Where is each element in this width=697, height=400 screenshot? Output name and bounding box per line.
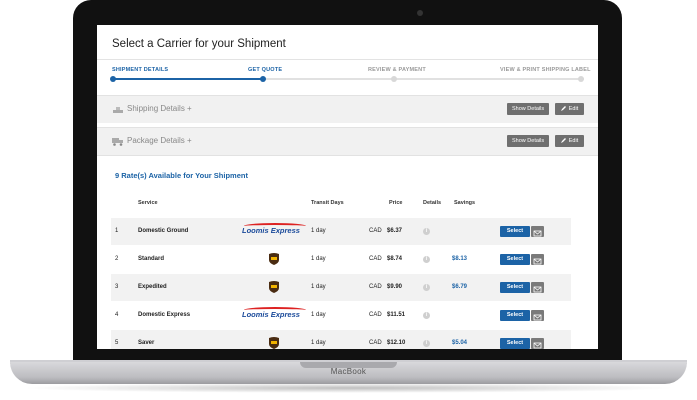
price-currency: CAD (369, 284, 382, 290)
rates-title: 9 Rate(s) Available for Your Shipment (115, 171, 248, 180)
info-icon[interactable]: i (423, 312, 430, 319)
device-brand: MacBook (330, 367, 367, 376)
price-amount: $8.74 (387, 256, 403, 262)
ups-logo (269, 253, 279, 265)
service-name: Saver (138, 340, 155, 346)
step-shipment-details[interactable]: SHIPMENT DETAILS (112, 67, 168, 73)
table-row: 2 Standard 1 day CAD $8.74 i $8.13 Selec… (111, 245, 571, 274)
camera (417, 10, 423, 16)
row-number: 2 (115, 256, 119, 262)
select-button[interactable]: Select (500, 310, 530, 321)
header-details: Details (423, 200, 442, 206)
transit-days: 1 day (311, 340, 326, 346)
step-review-payment: REVIEW & PAYMENT (368, 67, 426, 73)
email-button[interactable] (531, 282, 544, 293)
screen: Select a Carrier for your Shipment SHIPM… (97, 25, 598, 349)
step-dot (260, 76, 266, 82)
envelope-icon (533, 258, 542, 265)
table-row: 4 Domestic Express Loomis Express 1 day … (111, 301, 571, 330)
info-icon[interactable]: i (423, 256, 430, 263)
savings-amount: $5.04 (452, 340, 468, 346)
ups-logo (269, 281, 279, 293)
select-button[interactable]: Select (500, 226, 530, 237)
price-currency: CAD (369, 312, 382, 318)
email-button[interactable] (531, 338, 544, 349)
price-amount: $6.37 (387, 228, 403, 234)
package-edit-button[interactable]: Edit (555, 135, 584, 147)
table-row: 5 Saver 1 day CAD $12.10 i $5.04 Select (111, 329, 571, 349)
header-transit: Transit Days (311, 200, 344, 206)
price-amount: $9.90 (387, 284, 403, 290)
savings-amount: $8.13 (452, 256, 468, 262)
select-button[interactable]: Select (500, 338, 530, 349)
progress-steps: SHIPMENT DETAILS GET QUOTE REVIEW & PAYM… (110, 67, 590, 87)
info-icon[interactable]: i (423, 340, 430, 347)
price-currency: CAD (369, 340, 382, 346)
device-shadow (20, 383, 677, 393)
table-row: 3 Expedited 1 day CAD $9.90 i $6.79 Sele… (111, 273, 571, 302)
step-dot (578, 76, 584, 82)
step-print-label: VIEW & PRINT SHIPPING LABEL (500, 67, 591, 73)
select-button[interactable]: Select (500, 282, 530, 293)
price-currency: CAD (369, 256, 382, 262)
email-button[interactable] (531, 254, 544, 265)
shipping-edit-button[interactable]: Edit (555, 103, 584, 115)
email-button[interactable] (531, 226, 544, 237)
transit-days: 1 day (311, 284, 326, 290)
transit-days: 1 day (311, 228, 326, 234)
envelope-icon (533, 230, 542, 237)
package-details-toggle[interactable]: Package Details + (127, 136, 192, 145)
header-service: Service (138, 200, 158, 206)
step-get-quote[interactable]: GET QUOTE (248, 67, 282, 73)
loomis-express-logo: Loomis Express (242, 223, 306, 235)
savings-amount: $6.79 (452, 284, 468, 290)
shipping-details-toggle[interactable]: Shipping Details + (127, 104, 192, 113)
progress-fill (112, 78, 263, 80)
ups-logo (269, 337, 279, 349)
shipping-show-details-button[interactable]: Show Details (507, 103, 550, 115)
pencil-icon (560, 106, 566, 111)
envelope-icon (533, 342, 542, 349)
step-dot (110, 76, 116, 82)
package-show-details-button[interactable]: Show Details (507, 135, 550, 147)
scale-icon (113, 107, 123, 113)
row-number: 3 (115, 284, 119, 290)
service-name: Domestic Ground (138, 228, 189, 234)
transit-days: 1 day (311, 312, 326, 318)
row-number: 4 (115, 312, 119, 318)
title-divider (97, 59, 598, 60)
email-button[interactable] (531, 310, 544, 321)
table-row: 1 Domestic Ground Loomis Express 1 day C… (111, 217, 571, 246)
page-title: Select a Carrier for your Shipment (112, 38, 286, 50)
pencil-icon (560, 138, 566, 143)
table-header: Service Transit Days Price Details Savin… (111, 195, 571, 207)
row-number: 5 (115, 340, 119, 346)
package-details-section: Package Details + Show Details Edit (97, 127, 598, 155)
envelope-icon (533, 286, 542, 293)
price-currency: CAD (369, 228, 382, 234)
step-dot (391, 76, 397, 82)
service-name: Domestic Express (138, 312, 191, 318)
transit-days: 1 day (311, 256, 326, 262)
info-icon[interactable]: i (423, 228, 430, 235)
loomis-express-logo: Loomis Express (242, 307, 306, 319)
service-name: Standard (138, 256, 165, 262)
info-icon[interactable]: i (423, 284, 430, 291)
envelope-icon (533, 314, 542, 321)
row-number: 1 (115, 228, 119, 234)
service-name: Expedited (138, 284, 167, 290)
price-amount: $12.10 (387, 340, 406, 346)
truck-icon (112, 138, 123, 146)
price-amount: $11.51 (387, 312, 406, 318)
select-button[interactable]: Select (500, 254, 530, 265)
shipping-details-section: Shipping Details + Show Details Edit (97, 95, 598, 123)
header-price: Price (389, 200, 403, 206)
header-savings: Savings (454, 200, 476, 206)
